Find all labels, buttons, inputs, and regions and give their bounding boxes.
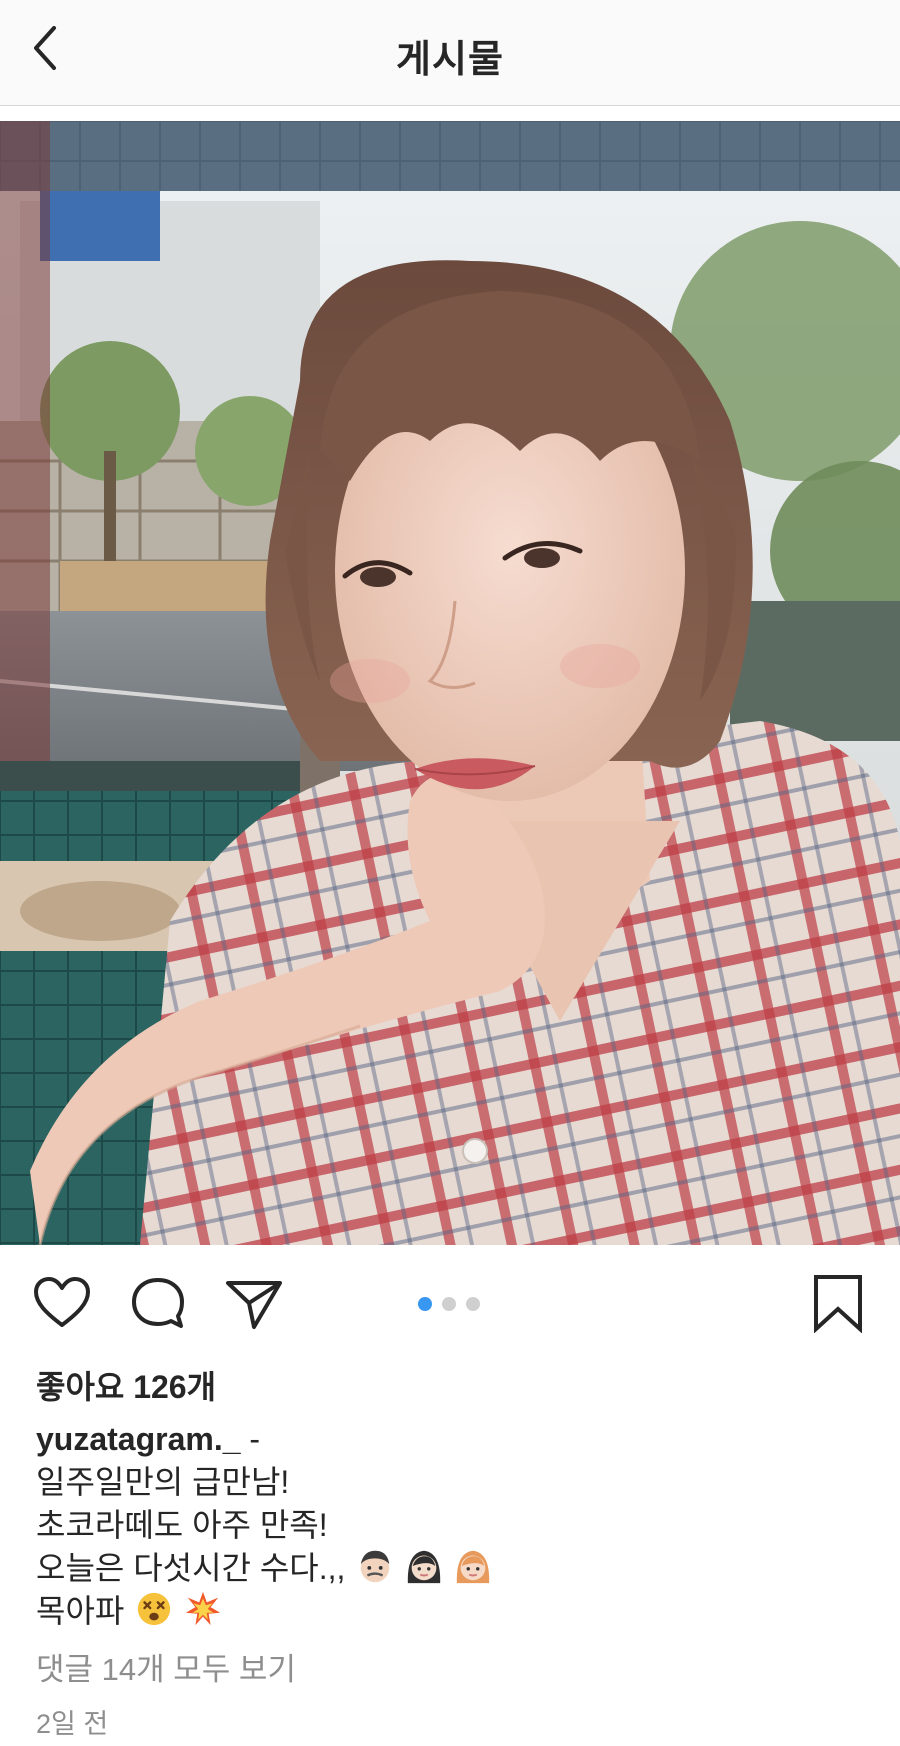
share-button[interactable] <box>224 1275 284 1331</box>
post-timestamp: 2일 전 <box>36 1709 109 1739</box>
comment-button[interactable] <box>130 1275 186 1331</box>
comment-icon <box>132 1278 184 1328</box>
carousel-dot-2 <box>442 1297 456 1311</box>
paper-plane-icon <box>226 1281 282 1329</box>
post-photo[interactable] <box>0 121 900 1245</box>
like-button[interactable] <box>32 1275 92 1331</box>
page-title: 게시물 <box>396 39 504 81</box>
woman-emoji <box>408 1550 441 1584</box>
bookmark-icon <box>814 1275 862 1334</box>
caption-header-line: yuzatagram._ - <box>36 1418 866 1461</box>
caption-line-3: 오늘은 다섯시간 수다.,, <box>36 1550 346 1586</box>
post-action-bar <box>0 1245 900 1355</box>
woman-blonde-emoji <box>456 1550 490 1584</box>
caption-line-2: 초코라떼도 아주 만족! <box>36 1507 328 1543</box>
carousel-dot-3 <box>466 1297 480 1311</box>
caption-username[interactable]: yuzatagram._ <box>36 1421 241 1457</box>
top-navigation-bar: 게시물 <box>0 0 900 106</box>
caption-separator: - <box>249 1421 261 1457</box>
caption-line-4: 목아파 <box>36 1593 125 1629</box>
caption-line-1: 일주일만의 급만남! <box>36 1464 290 1500</box>
photo-illustration <box>0 121 900 1245</box>
caption-line-4-wrap: 목아파 <box>36 1590 866 1633</box>
dizzy-face-emoji <box>138 1592 171 1626</box>
heart-icon <box>34 1277 90 1327</box>
carousel-dot-1 <box>418 1297 432 1311</box>
collision-emoji <box>186 1591 221 1626</box>
post-caption: yuzatagram._ - 일주일만의 급만남! 초코라떼도 아주 만족! 오… <box>36 1418 866 1633</box>
caption-line-3-wrap: 오늘은 다섯시간 수다.,, <box>36 1547 866 1590</box>
likes-count[interactable]: 좋아요 126개 <box>36 1362 216 1408</box>
save-button[interactable] <box>812 1273 864 1334</box>
view-all-comments-link[interactable]: 댓글 14개 모두 보기 <box>36 1644 296 1689</box>
man-emoji <box>361 1550 390 1583</box>
carousel-indicator <box>418 1297 480 1311</box>
